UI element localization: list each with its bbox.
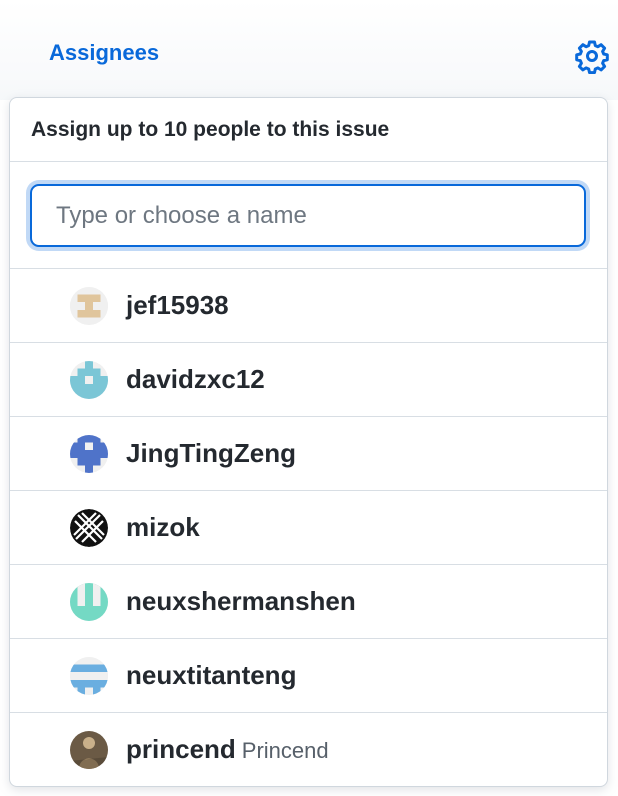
filter-container (10, 162, 607, 269)
assignee-row[interactable]: JingTingZeng (10, 417, 607, 491)
assignees-popover: Assign up to 10 people to this issue jef… (9, 97, 608, 787)
assignee-row[interactable]: neuxshermanshen (10, 565, 607, 639)
avatar (70, 509, 108, 547)
assignee-row[interactable]: jef15938 (10, 269, 607, 343)
avatar (70, 731, 108, 769)
assignee-login: JingTingZeng (126, 438, 296, 468)
avatar (70, 287, 108, 325)
assignee-login: neuxtitanteng (126, 660, 297, 690)
assignee-login: davidzxc12 (126, 364, 265, 394)
assignee-list: jef15938 davidzxc12 JingTingZeng mizok n… (10, 269, 607, 786)
assignee-login: mizok (126, 512, 200, 542)
avatar (70, 583, 108, 621)
assignee-row[interactable]: davidzxc12 (10, 343, 607, 417)
gear-icon[interactable] (574, 38, 610, 74)
assignee-row[interactable]: princend Princend (10, 713, 607, 786)
assignee-row[interactable]: mizok (10, 491, 607, 565)
assignees-heading[interactable]: Assignees (49, 40, 159, 66)
avatar (70, 361, 108, 399)
assignee-row[interactable]: neuxtitanteng (10, 639, 607, 713)
avatar (70, 657, 108, 695)
assignee-login: neuxshermanshen (126, 586, 356, 616)
avatar (70, 435, 108, 473)
popover-header: Assign up to 10 people to this issue (10, 98, 607, 162)
assignee-login: jef15938 (126, 290, 229, 320)
assignee-full-name: Princend (241, 738, 329, 763)
assignee-filter-input[interactable] (30, 184, 586, 247)
assignee-login: princend (126, 734, 236, 764)
